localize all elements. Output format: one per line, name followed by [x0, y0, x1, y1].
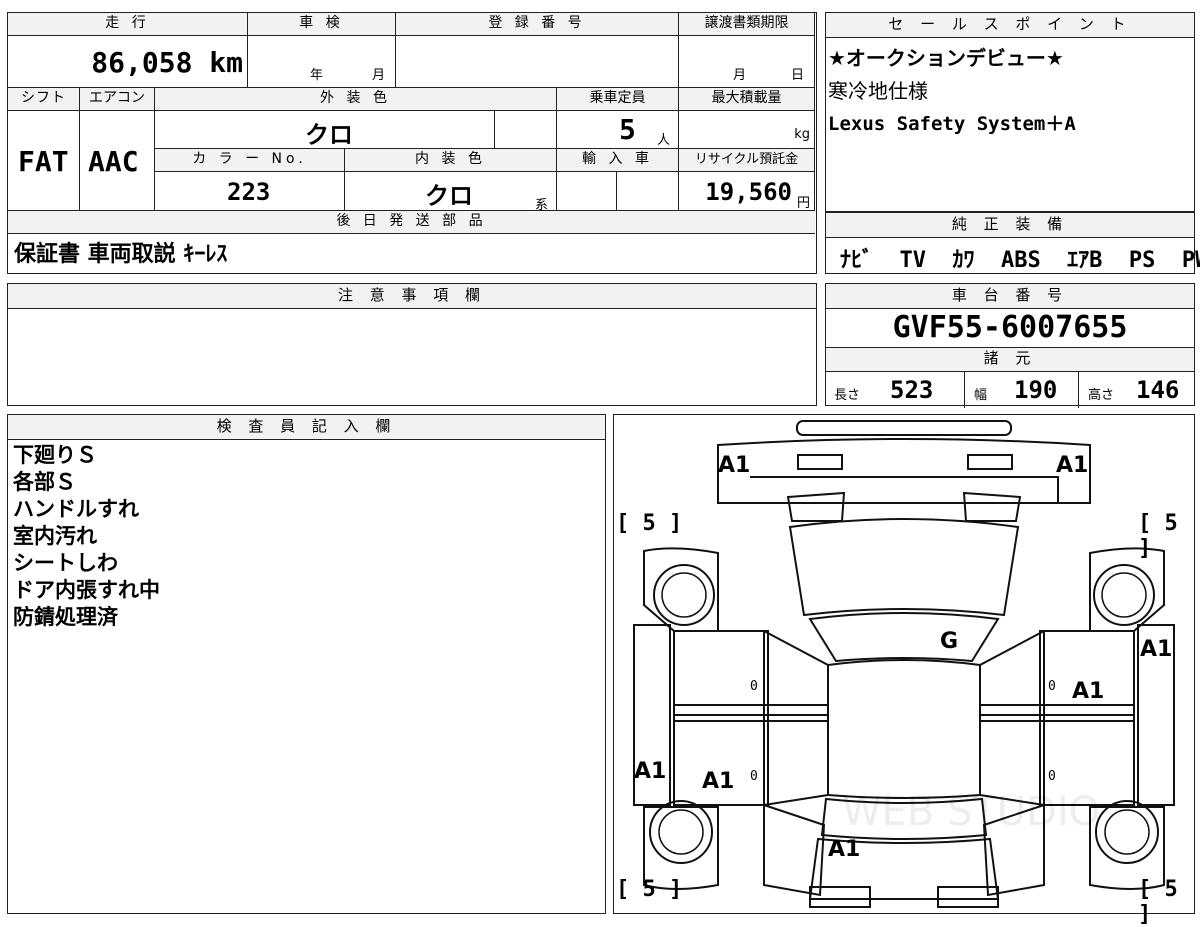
shift-value: FAT	[18, 145, 69, 178]
inspection-cell: 年 月	[248, 36, 396, 88]
mileage-header: 走 行	[8, 13, 248, 36]
door-mark-zero-2: 0	[1048, 679, 1056, 694]
maxload-unit: kg	[794, 127, 810, 142]
recycle-header: リサイクル預託金	[679, 149, 815, 172]
interior-value: クロ	[425, 182, 473, 210]
mileage-value: 86,058 km	[91, 46, 243, 79]
damage-mark-left-rear-door: A1	[702, 769, 735, 794]
inspection-year: 年	[310, 68, 324, 83]
diagram-watermark: WEB STUDIO	[842, 789, 1100, 835]
tire-tread-rear-right: [ 5 ]	[1138, 877, 1178, 927]
equipment-value: ﾅﾋﾞ TV ｶﾜ ABS ｴｱB PS PW	[840, 248, 1200, 273]
notes-header: 注 意 事 項 欄	[8, 284, 816, 309]
door-mark-zero-4: 0	[1048, 769, 1056, 784]
registration-header: 登 録 番 号	[396, 13, 679, 36]
capacity-cell: 5 人	[557, 111, 679, 149]
notes-box: 注 意 事 項 欄	[7, 283, 817, 406]
transfer-header: 譲渡書類期限	[679, 13, 815, 36]
capacity-value: 5	[619, 113, 636, 146]
capacity-header: 乗車定員	[557, 88, 679, 111]
damage-mark-right-front-door: A1	[1072, 679, 1105, 704]
colorno-header: カ ラ ー No.	[155, 149, 345, 172]
sales-points-box: セ ー ル ス ポ イ ン ト ★オークションデビュー★ 寒冷地仕様 Lexus…	[825, 12, 1195, 212]
damage-mark-rear: A1	[828, 837, 861, 862]
import-cell-b	[617, 172, 679, 211]
exterior-cell: クロ	[155, 111, 495, 149]
maxload-cell: kg	[679, 111, 815, 149]
capacity-unit: 人	[657, 133, 671, 148]
vehicle-info-table: 走 行 車 検 登 録 番 号 譲渡書類期限 86,058 km 年 月 月 日…	[7, 12, 817, 274]
transfer-day: 日	[791, 68, 805, 83]
inspector-line-6: ドア内張すれ中	[13, 578, 160, 602]
damage-mark-left-rear-fender: A1	[634, 759, 667, 784]
exterior-extra-cell	[495, 111, 557, 149]
colorno-cell: 223	[155, 172, 345, 211]
width-cell: 幅 190	[964, 372, 1079, 408]
inspection-month: 月	[372, 68, 386, 83]
later-parts-header: 後 日 発 送 部 品	[8, 211, 815, 234]
inspector-line-4: 室内汚れ	[13, 524, 97, 548]
shift-header: シフト	[8, 88, 80, 111]
length-value: 523	[890, 376, 934, 404]
exterior-header: 外 装 色	[155, 88, 557, 111]
exterior-value: クロ	[305, 121, 353, 149]
recycle-value: 19,560	[705, 178, 792, 206]
equipment-box: 純 正 装 備 ﾅﾋﾞ TV ｶﾜ ABS ｴｱB PS PW	[825, 212, 1200, 274]
recycle-unit: 円	[796, 196, 810, 211]
sales-point-line-2: 寒冷地仕様	[828, 79, 928, 103]
inspector-line-5: シートしわ	[13, 551, 118, 575]
aircon-header: エアコン	[80, 88, 155, 111]
transfer-month: 月	[733, 68, 747, 83]
inspector-line-2: 各部Ｓ	[13, 470, 76, 494]
registration-cell	[396, 36, 679, 88]
damage-mark-front-right: A1	[1056, 453, 1089, 478]
height-value: 146	[1136, 376, 1180, 404]
specs-header: 諸 元	[826, 348, 1194, 372]
sales-point-line-3: Lexus Safety System＋A	[828, 113, 1076, 135]
sales-point-line-1: ★オークションデビュー★	[828, 46, 1064, 70]
width-value: 190	[1014, 376, 1058, 404]
chassis-header: 車 台 番 号	[826, 284, 1194, 309]
later-parts-value: 保証書 車両取説 ｷｰﾚｽ	[14, 242, 228, 267]
tire-tread-rear-left: [ 5 ]	[616, 877, 683, 902]
interior-cell: クロ 系	[345, 172, 557, 213]
width-label: 幅	[974, 388, 988, 403]
mileage-cell: 86,058 km	[8, 36, 248, 88]
inspector-header: 検 査 員 記 入 欄	[8, 415, 605, 440]
door-mark-zero-3: 0	[750, 769, 758, 784]
length-cell: 長さ 523	[826, 372, 965, 408]
inspection-header: 車 検	[248, 13, 396, 36]
aircon-cell: AAC	[80, 111, 155, 211]
inspector-box: 検 査 員 記 入 欄 下廻りＳ 各部Ｓ ハンドルすれ 室内汚れ シートしわ ド…	[7, 414, 606, 914]
door-mark-zero-1: 0	[750, 679, 758, 694]
tire-tread-front-left: [ 5 ]	[616, 511, 683, 536]
equipment-header: 純 正 装 備	[826, 212, 1194, 238]
chassis-value: GVF55-6007655	[826, 309, 1194, 348]
maxload-header: 最大積載量	[679, 88, 815, 111]
damage-mark-front-left: A1	[718, 453, 751, 478]
sales-points-header: セ ー ル ス ポ イ ン ト	[826, 13, 1194, 38]
shift-cell: FAT	[8, 111, 80, 211]
damage-mark-windshield: G	[940, 629, 959, 654]
damage-mark-right-front-fender: A1	[1140, 637, 1173, 662]
interior-header: 内 装 色	[345, 149, 557, 172]
colorno-value: 223	[227, 178, 271, 206]
import-header: 輸 入 車	[557, 149, 679, 172]
transfer-cell: 月 日	[679, 36, 815, 88]
chassis-box: 車 台 番 号 GVF55-6007655 諸 元 長さ 523 幅 190 高…	[825, 283, 1195, 408]
car-outline-diagram: WEB STUDIO	[633, 420, 1175, 908]
inspector-line-7: 防錆処理済	[13, 605, 118, 629]
height-label: 高さ	[1088, 388, 1115, 403]
inspector-line-1: 下廻りＳ	[13, 443, 97, 467]
tire-tread-front-right: [ 5 ]	[1138, 511, 1178, 561]
car-diagram-box: WEB STUDIO [ 5 ] [ 5 ] [ 5 ] [ 5 ] A1 A1…	[613, 414, 1195, 927]
recycle-cell: 19,560 円	[679, 172, 815, 211]
import-cell-a	[557, 172, 617, 211]
length-label: 長さ	[834, 388, 861, 403]
height-cell: 高さ 146	[1078, 372, 1193, 408]
inspector-line-3: ハンドルすれ	[13, 497, 139, 521]
aircon-value: AAC	[88, 145, 139, 178]
